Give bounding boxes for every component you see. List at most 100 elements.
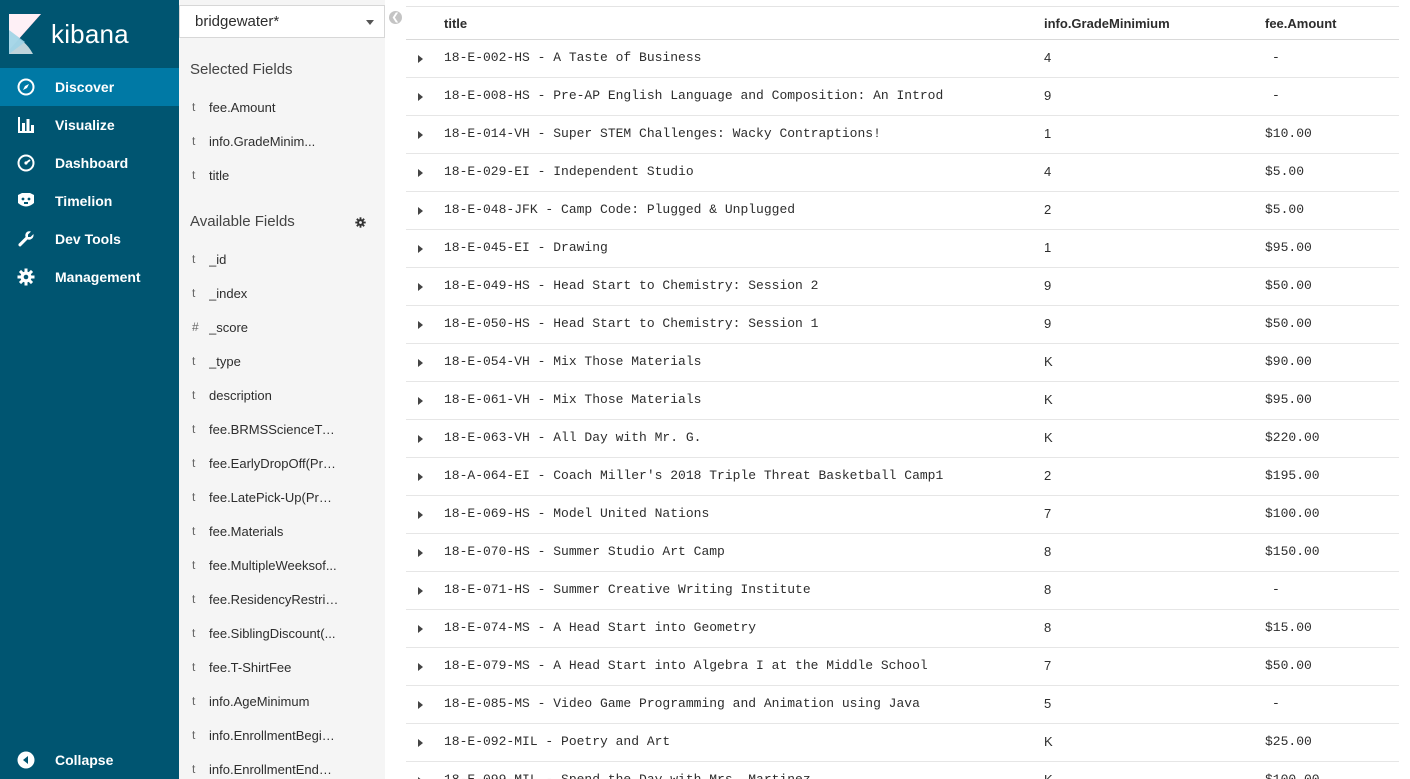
available-field-item[interactable]: # _score [191,310,385,344]
nav-item-timelion[interactable]: Timelion [0,182,179,220]
expand-row-icon[interactable] [418,169,423,177]
table-row[interactable]: 18-E-079-MS - A Head Start into Algebra … [406,648,1399,686]
expand-row-icon[interactable] [418,321,423,329]
chevron-left-icon: ❮ [391,11,400,23]
table-row[interactable]: 18-E-002-HS - A Taste of Business 4 - [406,40,1399,78]
cell-grade-minimum: 1 [1044,126,1052,141]
table-row[interactable]: 18-E-008-HS - Pre-AP English Language an… [406,78,1399,116]
field-type-icon: t [192,558,196,572]
table-row[interactable]: 18-E-054-VH - Mix Those Materials K $90.00 [406,344,1399,382]
table-row[interactable]: 18-A-064-EI - Coach Miller's 2018 Triple… [406,458,1399,496]
nav-item-label: Visualize [55,117,115,133]
available-field-item[interactable]: t fee.EarlyDropOff(Pre... [191,446,385,480]
table-row[interactable]: 18-E-063-VH - All Day with Mr. G. K $220.0… [406,420,1399,458]
expand-row-icon[interactable] [418,625,423,633]
expand-row-icon[interactable] [418,93,423,101]
available-field-item[interactable]: t fee.Materials [191,514,385,548]
available-field-item[interactable]: t info.EnrollmentBegin... [191,718,385,752]
kibana-logo[interactable]: kibana [0,0,179,68]
table-row[interactable]: 18-E-070-HS - Summer Studio Art Camp 8 $15… [406,534,1399,572]
available-field-item[interactable]: t info.EnrollmentEndD... [191,752,385,779]
expand-row-icon[interactable] [418,55,423,63]
table-row[interactable]: 18-E-029-EI - Independent Studio 4 $5.00 [406,154,1399,192]
field-settings-gear-icon[interactable] [355,217,366,228]
selected-fields-title: Selected Fields [190,61,293,78]
cell-grade-minimum: 1 [1044,240,1052,255]
available-field-item[interactable]: t fee.SiblingDiscount(... [191,616,385,650]
field-name: description [209,387,272,403]
cell-title: 18-E-050-HS - Head Start to Chemistry: S… [444,316,819,331]
cell-title: 18-A-064-EI - Coach Miller's 2018 Triple… [444,468,944,483]
field-name: info.EnrollmentBegin... [209,727,339,743]
available-field-item[interactable]: t description [191,378,385,412]
table-row[interactable]: 18-E-048-JFK - Camp Code: Plugged & Unpl… [406,192,1399,230]
nav-item-label: Management [55,269,141,285]
available-field-item[interactable]: t fee.MultipleWeeksof... [191,548,385,582]
expand-row-icon[interactable] [418,131,423,139]
available-field-item[interactable]: t _type [191,344,385,378]
table-row[interactable]: 18-E-061-VH - Mix Those Materials K $95.00 [406,382,1399,420]
available-field-item[interactable]: t fee.BRMSScienceT-S... [191,412,385,446]
expand-row-icon[interactable] [418,359,423,367]
selected-field-item[interactable]: t fee.Amount [191,90,385,124]
expand-row-icon[interactable] [418,397,423,405]
collapse-nav-button[interactable]: Collapse [0,741,179,779]
table-row[interactable]: 18-E-085-MS - Video Game Programming and… [406,686,1399,724]
cell-fee-amount: $220.00 [1265,430,1320,445]
column-header-grade-minimum[interactable]: info.GradeMinimium [1044,16,1170,31]
available-field-item[interactable]: t _id [191,242,385,276]
selected-field-item[interactable]: t title [191,158,385,192]
table-row[interactable]: 18-E-049-HS - Head Start to Chemistry: S… [406,268,1399,306]
field-name: info.EnrollmentEndD... [209,761,339,777]
expand-row-icon[interactable] [418,511,423,519]
selected-field-item[interactable]: t info.GradeMinim... [191,124,385,158]
table-header: title info.GradeMinimium fee.Amount [406,7,1399,40]
expand-row-icon[interactable] [418,245,423,253]
nav-item-dashboard[interactable]: Dashboard [0,144,179,182]
field-type-icon: t [192,524,196,538]
index-pattern-value: bridgewater* [195,13,280,30]
index-pattern-select[interactable]: bridgewater* [179,5,385,38]
available-field-item[interactable]: t fee.LatePick-Up(Prea... [191,480,385,514]
expand-row-icon[interactable] [418,739,423,747]
expand-row-icon[interactable] [418,283,423,291]
cell-fee-amount: $5.00 [1265,164,1305,179]
cell-grade-minimum: 8 [1044,544,1052,559]
expand-row-icon[interactable] [418,701,423,709]
nav-item-visualize[interactable]: Visualize [0,106,179,144]
table-row[interactable]: 18-E-069-HS - Model United Nations 7 $100.… [406,496,1399,534]
available-field-item[interactable]: t _index [191,276,385,310]
nav-item-dev-tools[interactable]: Dev Tools [0,220,179,258]
available-field-item[interactable]: t fee.ResidencyRestrict... [191,582,385,616]
nav-item-discover[interactable]: Discover [0,68,179,106]
table-row[interactable]: 18-E-045-EI - Drawing 1 $95.00 [406,230,1399,268]
table-row[interactable]: 18-E-071-HS - Summer Creative Writing In… [406,572,1399,610]
available-field-item[interactable]: t info.AgeMinimum [191,684,385,718]
table-row[interactable]: 18-E-014-VH - Super STEM Challenges: Wac… [406,116,1399,154]
expand-row-icon[interactable] [418,663,423,671]
nav-item-label: Discover [55,79,115,95]
expand-row-icon[interactable] [418,473,423,481]
table-row[interactable]: 18-E-099-MIL - Spend the Day with Mrs. M… [406,762,1399,779]
nav-item-management[interactable]: Management [0,258,179,296]
field-type-icon: t [192,694,196,708]
expand-row-icon[interactable] [418,549,423,557]
expand-row-icon[interactable] [418,435,423,443]
cell-fee-amount: $5.00 [1265,202,1305,217]
column-header-title[interactable]: title [444,16,467,31]
cell-fee-amount: $150.00 [1265,544,1320,559]
cell-grade-minimum: 9 [1044,278,1052,293]
expand-row-icon[interactable] [418,207,423,215]
table-row[interactable]: 18-E-050-HS - Head Start to Chemistry: S… [406,306,1399,344]
collapse-sidebar-button[interactable]: ❮ [389,11,402,24]
field-type-icon: t [192,490,196,504]
cell-fee-amount: - [1272,582,1280,597]
cell-grade-minimum: K [1044,354,1053,369]
table-row[interactable]: 18-E-092-MIL - Poetry and Art K $25.00 [406,724,1399,762]
field-name: fee.EarlyDropOff(Pre... [209,455,339,471]
cell-grade-minimum: K [1044,772,1053,779]
expand-row-icon[interactable] [418,587,423,595]
column-header-fee-amount[interactable]: fee.Amount [1265,16,1337,31]
available-field-item[interactable]: t fee.T-ShirtFee [191,650,385,684]
table-row[interactable]: 18-E-074-MS - A Head Start into Geometry… [406,610,1399,648]
